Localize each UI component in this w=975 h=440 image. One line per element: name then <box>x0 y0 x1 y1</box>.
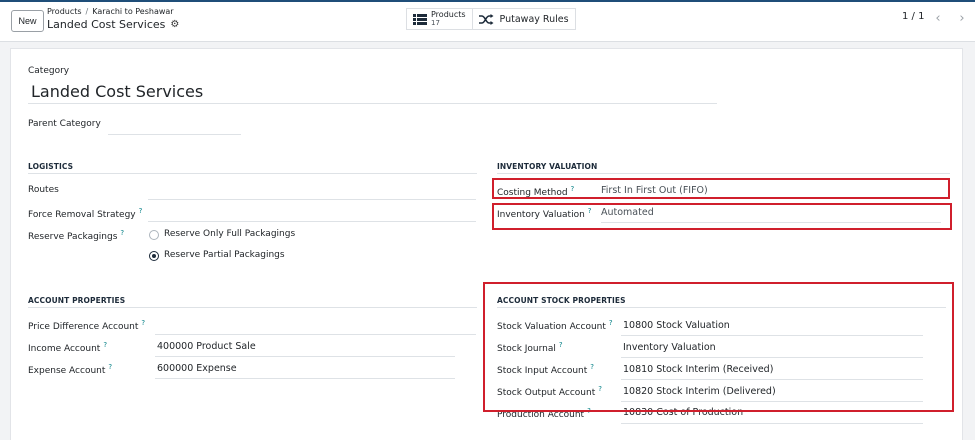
force-removal-label: Force Removal Strategy? <box>28 207 142 220</box>
price-difference-underline <box>155 334 476 335</box>
reserve-full-label[interactable]: Reserve Only Full Packagings <box>164 229 295 239</box>
income-account-label-text: Income Account <box>28 344 101 354</box>
category-name-input[interactable]: Landed Cost Services <box>31 82 203 101</box>
reserve-packagings-label-text: Reserve Packagings <box>28 232 118 242</box>
logistics-section-title: LOGISTICS <box>28 162 74 171</box>
shuffle-icon <box>478 13 494 25</box>
help-icon[interactable]: ? <box>141 319 145 327</box>
breadcrumb-current[interactable]: Karachi to Peshawar <box>92 7 173 16</box>
force-removal-input[interactable] <box>148 205 476 219</box>
logistics-divider <box>28 173 477 174</box>
expense-account-underline <box>155 378 455 379</box>
page-title: Landed Cost Services ⚙ <box>47 18 179 31</box>
force-removal-label-text: Force Removal Strategy <box>28 210 136 220</box>
reserve-packagings-label: Reserve Packagings? <box>28 229 124 242</box>
parent-category-underline <box>108 134 241 135</box>
price-difference-label-text: Price Difference Account <box>28 322 139 332</box>
price-difference-label: Price Difference Account? <box>28 319 145 332</box>
putaway-rules-smart-button[interactable]: Putaway Rules <box>471 9 575 29</box>
inventory-valuation-section-title: INVENTORY VALUATION <box>497 162 598 171</box>
category-label: Category <box>28 66 70 76</box>
control-panel: New Products / Karachi to Peshawar Landed … <box>0 2 975 42</box>
income-account-underline <box>155 356 455 357</box>
routes-input[interactable] <box>148 183 476 197</box>
income-account-input[interactable]: 400000 Product Sale <box>157 341 256 352</box>
help-icon[interactable]: ? <box>103 341 107 349</box>
gear-icon[interactable]: ⚙ <box>170 19 179 30</box>
price-difference-input[interactable] <box>155 317 476 331</box>
breadcrumb-separator: / <box>85 7 89 16</box>
inventory-valuation-divider <box>497 173 950 174</box>
reserve-partial-label[interactable]: Reserve Partial Packagings <box>164 250 285 260</box>
highlight-box-account-stock-properties <box>483 282 954 412</box>
expense-account-input[interactable]: 600000 Expense <box>157 363 237 374</box>
force-removal-underline <box>148 221 476 222</box>
breadcrumb: Products / Karachi to Peshawar <box>47 7 174 16</box>
reserve-partial-radio[interactable] <box>149 251 159 261</box>
smart-buttons: Products 17 Putaway Rules <box>406 8 576 30</box>
reserve-full-radio[interactable] <box>149 230 159 240</box>
help-icon[interactable]: ? <box>120 229 124 237</box>
income-account-label: Income Account? <box>28 341 107 354</box>
production-account-underline <box>621 423 923 424</box>
parent-category-input[interactable] <box>108 119 241 133</box>
routes-underline <box>148 199 476 200</box>
pager-value[interactable]: 1 / 1 <box>902 11 924 22</box>
help-icon[interactable]: ? <box>139 207 143 215</box>
breadcrumb-parent[interactable]: Products <box>47 7 82 16</box>
new-button[interactable]: New <box>11 10 44 32</box>
form-sheet: Category Landed Cost Services Parent Cat… <box>10 48 963 440</box>
products-smart-button[interactable]: Products 17 <box>407 9 472 29</box>
list-icon <box>413 13 427 25</box>
account-properties-divider <box>28 307 477 308</box>
expense-account-label: Expense Account? <box>28 363 112 376</box>
putaway-rules-label: Putaway Rules <box>499 13 569 25</box>
chevron-right-icon[interactable]: › <box>952 9 972 27</box>
routes-label: Routes <box>28 185 59 195</box>
account-properties-section-title: ACCOUNT PROPERTIES <box>28 296 126 305</box>
expense-account-label-text: Expense Account <box>28 366 106 376</box>
chevron-left-icon[interactable]: ‹ <box>928 9 948 27</box>
help-icon[interactable]: ? <box>108 363 112 371</box>
products-button-count: 17 <box>431 19 440 27</box>
category-underline <box>28 103 717 104</box>
parent-category-label: Parent Category <box>28 119 101 129</box>
highlight-box-costing-method <box>492 178 950 199</box>
highlight-box-inventory-valuation <box>492 203 952 230</box>
products-button-label: Products <box>431 10 466 19</box>
record-title: Landed Cost Services <box>47 18 166 31</box>
